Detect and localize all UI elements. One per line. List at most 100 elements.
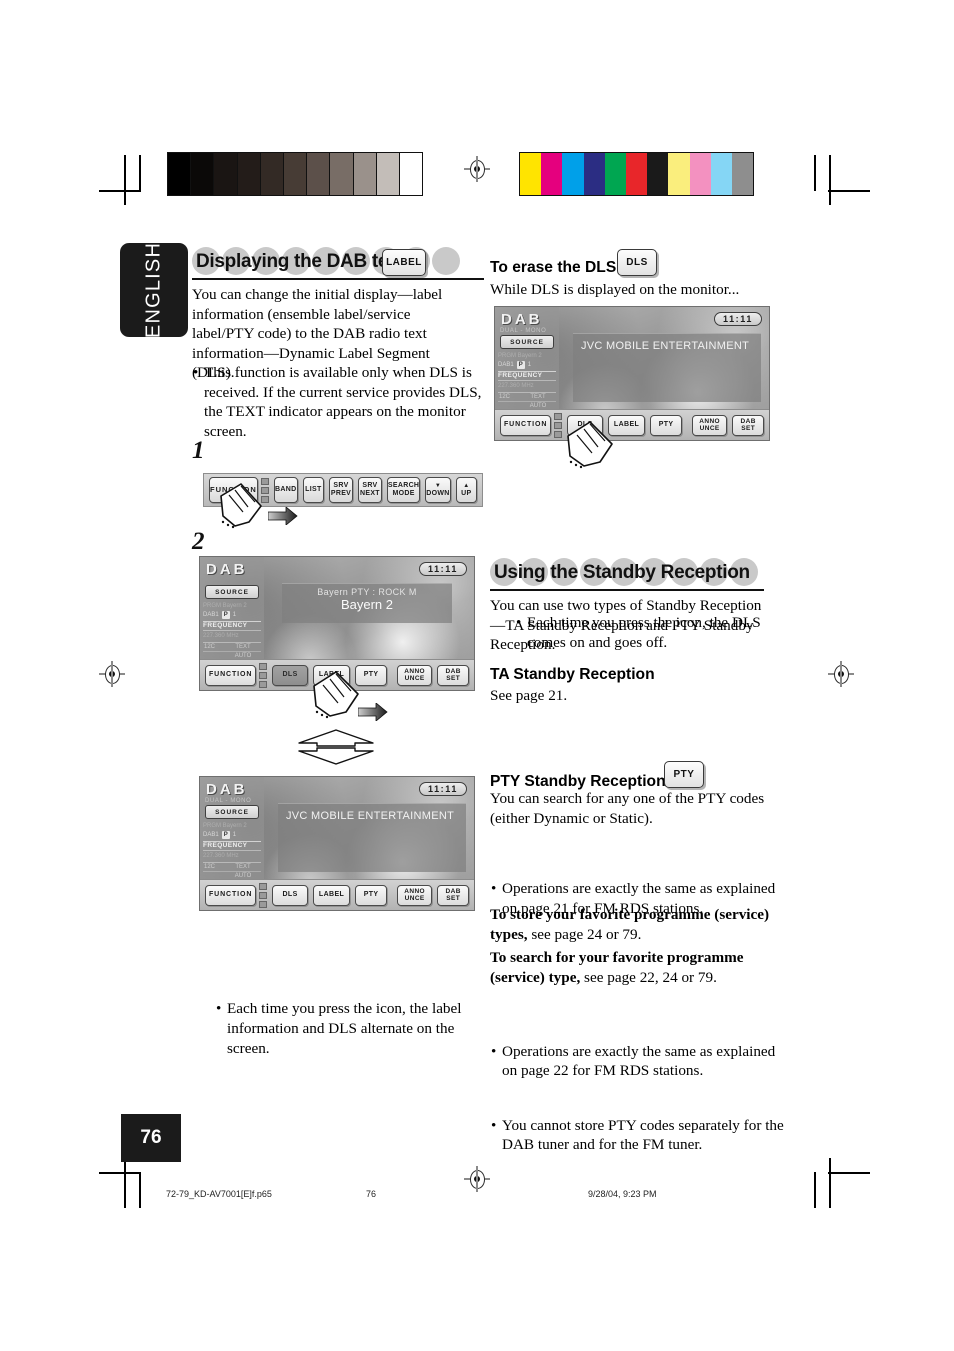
chevron-down-icon: ▼ [434,483,442,489]
monitor-label-button-2[interactable]: LABEL [312,884,351,906]
toolbar-list-button[interactable]: LIST [302,477,325,503]
monitor-announce-button-3[interactable]: ANNO UNCE [691,414,728,436]
crop-mark-tr-v [829,155,831,205]
color-swatch-7 [668,153,690,195]
erase-dls-heading: To erase the DLS [490,257,690,278]
registration-mark-left [99,661,125,687]
dls-key-icon[interactable]: DLS [617,249,657,276]
ta-see-page: See page 21. [490,686,776,706]
monitor-band-3: DAB1 [498,362,514,368]
intro-bullet: This function is available only when DLS… [192,363,488,441]
monitor-function-button-3[interactable]: FUNCTION [500,414,552,436]
gray-swatch-7 [330,153,354,195]
pty-intro: You can search for any one of the PTY co… [490,789,776,828]
monitor-screen-dls: DAB DUAL - MONO SOURCE PRGM Bayern 2 DAB… [199,776,475,911]
color-swatch-1 [541,153,563,195]
monitor-dab-set-button-3[interactable]: DAB SET [732,414,764,436]
ta-standby-heading-text: TA Standby Reception [490,666,655,683]
footer-timestamp: 9/28/04, 9:23 PM [588,1189,657,1199]
toolbar-band-button[interactable]: BAND [273,477,298,503]
monitor-dls-button[interactable]: DLS [272,664,308,686]
monitor-dab-set-label-2: DAB SET [445,888,461,902]
monitor-prgm-name-2: PRGM Bayern 2 [203,823,247,829]
pty-intro-text: You can search for any one of the PTY co… [490,790,765,827]
monitor-frequency-value-2: 227.360 MHz [203,853,239,859]
monitor-dab-set-button[interactable]: DAB SET [437,664,469,686]
toolbar-srv-next-button[interactable]: SRV NEXT [357,477,382,503]
standby-intro-text: You can use two types of Standby Recepti… [490,597,762,654]
gray-swatch-0 [168,153,192,195]
monitor-channel-text-row-3: 12C TEXT [498,393,556,402]
toolbar-srv-prev-button[interactable]: SRV PREV [329,477,353,503]
gray-swatch-6 [307,153,331,195]
manual-page: ENGLISH Displaying the DAB text LABEL Yo… [0,0,954,1351]
registration-mark-bottom [464,1166,490,1192]
monitor-dab-set-button-2[interactable]: DAB SET [437,884,469,906]
monitor-text-indicator-3: TEXT [530,394,546,400]
section-heading-standby: Using the Standby Reception [490,558,764,591]
monitor-dls-panel-3: JVC MOBILE ENTERTAINMENT [573,333,761,402]
left-closing-bullet: Each time you press the icon, the label … [215,999,489,1058]
monitor-text-indicator: TEXT [235,644,251,650]
monitor-frequency-label-3: FREQUENCY [498,371,556,381]
alternate-double-arrow-icon [298,729,374,765]
monitor-clock-3: 11:11 [713,312,762,326]
arrow-right-icon-step1 [268,507,298,525]
monitor-function-button-2[interactable]: FUNCTION [205,884,257,906]
monitor-function-button[interactable]: FUNCTION [205,664,257,686]
erase-dls-intro: While DLS is displayed on the monitor... [490,280,780,300]
label-key-icon[interactable]: LABEL [382,249,426,276]
monitor-announce-label-2: ANNO UNCE [404,888,426,902]
heading-key-label-button[interactable]: LABEL [382,249,426,276]
crop-mark-tl-v2 [139,155,141,191]
search-favorite-rest: see page 22, 24 or 79. [580,968,717,986]
monitor-source-button-3[interactable]: SOURCE [500,335,554,349]
monitor-preset-box-2: P [221,831,230,839]
toolbar-search-mode-button[interactable]: SEARCH MODE [386,477,421,503]
monitor-preset-box: P [221,611,230,619]
monitor-button-bar-3: FUNCTION DLS LABEL PTY ANNO UNCE DAB SET [495,409,769,440]
monitor-dls-button-2[interactable]: DLS [272,884,308,906]
monitor-announce-label: ANNO UNCE [404,668,426,682]
monitor-label-panel: Bayern PTY : ROCK M Bayern 2 [282,583,452,623]
monitor-announce-button[interactable]: ANNO UNCE [396,664,433,686]
monitor-source-type-3: DAB [501,311,543,328]
monitor-band-row-3: DAB1 P 1 [498,360,556,369]
monitor-preset-dim-row: PRGM Bayern 2 [203,601,261,610]
page-number-box: 76 [121,1114,181,1162]
monitor-pty-button-2[interactable]: PTY [355,884,387,906]
monitor-prgm-name: PRGM Bayern 2 [203,603,247,609]
monitor-dab-set-label-3: DAB SET [740,418,756,432]
toolbar-up-button[interactable]: ▲ UP [455,477,478,503]
monitor-source-type: DAB [206,561,248,578]
monitor-source-button[interactable]: SOURCE [205,585,259,599]
footer-filename: 72-79_KD-AV7001[E]f.p65 [166,1189,272,1199]
gray-swatch-8 [353,153,377,195]
heading-rule [192,278,484,280]
monitor-dls-button-3[interactable]: DLS [567,414,603,436]
monitor-label-button-3[interactable]: LABEL [607,414,646,436]
crop-mark-tr-h [828,190,870,192]
erase-dls-key-button[interactable]: DLS [617,249,657,276]
crop-mark-tr-v2 [814,155,816,191]
monitor-band: DAB1 [203,612,219,618]
monitor-label-button[interactable]: LABEL [312,664,351,686]
toolbar-down-button[interactable]: ▼ DOWN [425,477,451,503]
monitor-button-bar-2: FUNCTION DLS LABEL PTY ANNO UNCE DAB SET [200,879,474,910]
store-favorite-note: To store your favorite programme (servic… [490,905,776,944]
pty-key-icon[interactable]: PTY [664,761,704,788]
monitor-source-type-2: DAB [206,781,248,798]
pty-key-button[interactable]: PTY [664,761,704,788]
toolbar-function-button[interactable]: FUNCTION [209,477,258,503]
monitor-source-button-2[interactable]: SOURCE [205,805,259,819]
gray-swatch-5 [283,153,308,195]
monitor-announce-button-2[interactable]: ANNO UNCE [396,884,433,906]
monitor-screen-erase-dls: DAB DUAL - MONO SOURCE PRGM Bayern 2 DAB… [494,306,770,441]
pty-bullet-1-text: Operations are exactly the same as expla… [502,1042,776,1080]
monitor-frequency-label: FREQUENCY [203,621,261,631]
toolbar-band-label: BAND [275,486,297,493]
crop-mark-bl-h [99,1172,141,1174]
monitor-pty-button[interactable]: PTY [355,664,387,686]
monitor-pty-button-3[interactable]: PTY [650,414,682,436]
monitor-screen-label-info: DAB SOURCE PRGM Bayern 2 DAB1 P 1 FREQUE… [199,556,475,691]
